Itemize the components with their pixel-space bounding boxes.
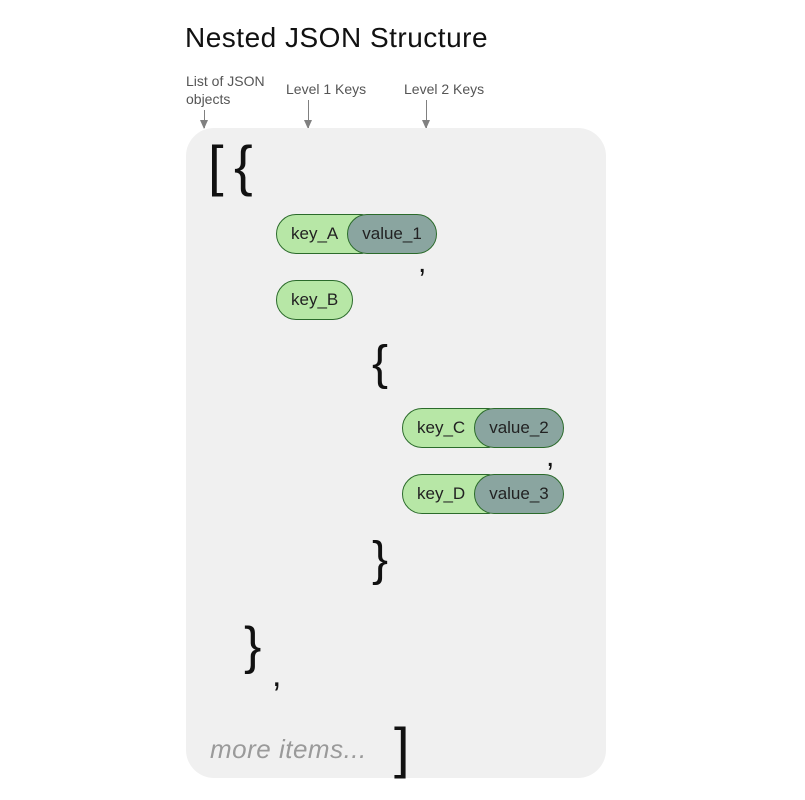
open-bracket: [ (208, 138, 224, 194)
key-b: key_B (276, 280, 353, 320)
open-brace-inner: { (372, 340, 388, 388)
annotation-list-of-json: List of JSON objects (186, 73, 265, 108)
arrow-list (204, 110, 205, 128)
comma-1: , (418, 248, 426, 278)
close-brace-inner: } (372, 536, 388, 584)
annotation-level2-keys: Level 2 Keys (404, 81, 484, 99)
value-3: value_3 (474, 474, 564, 514)
close-brace-outer: } (244, 620, 261, 672)
comma-after-brace: , (272, 658, 281, 692)
pair-a: key_A value_1 (276, 214, 437, 254)
pair-c: key_C value_2 (402, 408, 564, 448)
arrow-level1 (308, 100, 309, 128)
diagram-title: Nested JSON Structure (185, 22, 488, 54)
annotation-level1-keys: Level 1 Keys (286, 81, 366, 99)
pair-d: key_D value_3 (402, 474, 564, 514)
comma-2: , (546, 442, 554, 472)
pair-b: key_B (276, 280, 353, 320)
diagram-stage: { "title": "Nested JSON Structure", "ann… (0, 0, 805, 800)
close-bracket: ] (394, 720, 410, 776)
open-brace-outer: { (234, 138, 253, 194)
arrow-level2 (426, 100, 427, 128)
more-items-text: more items... (210, 734, 367, 765)
